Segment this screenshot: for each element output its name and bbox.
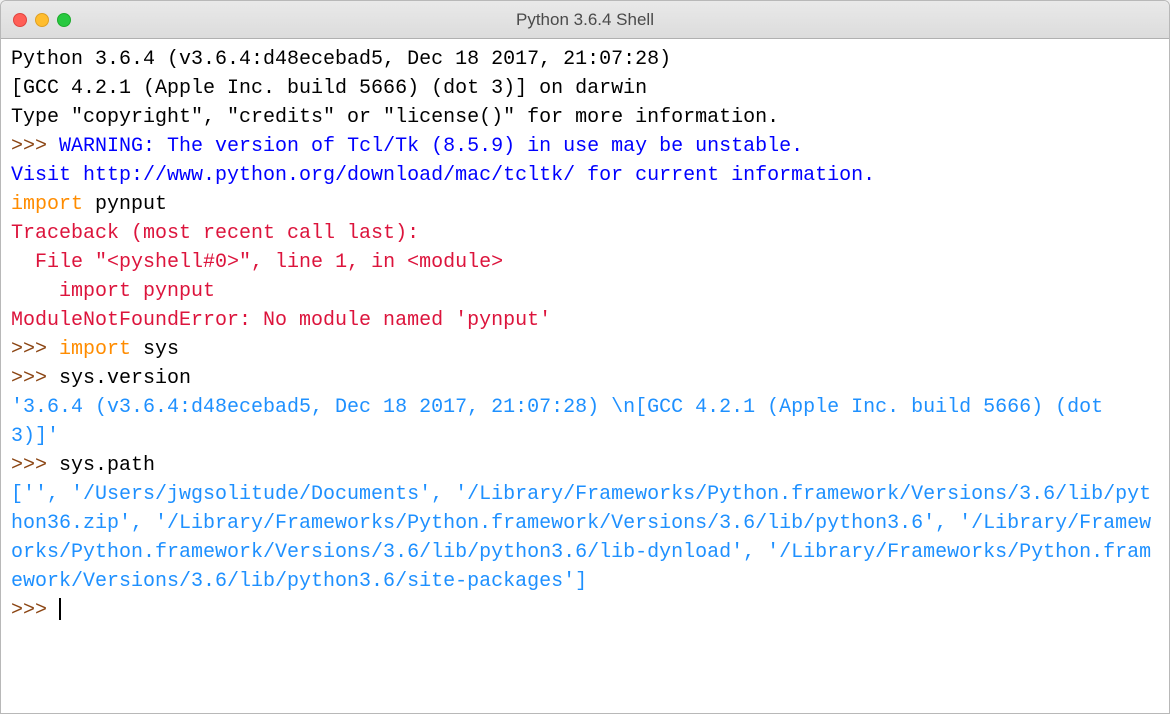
tcltk-warning: WARNING: The version of Tcl/Tk (8.5.9) i… <box>11 135 875 187</box>
output-sys-version: '3.6.4 (v3.6.4:d48ecebad5, Dec 18 2017, … <box>11 396 1115 448</box>
python-header-line1: Python 3.6.4 (v3.6.4:d48ecebad5, Dec 18 … <box>11 48 683 71</box>
traceback-error: Traceback (most recent call last): File … <box>11 222 551 332</box>
prompt: >>> <box>11 367 59 390</box>
prompt: >>> <box>11 338 59 361</box>
traffic-lights <box>1 13 71 27</box>
titlebar: Python 3.6.4 Shell <box>1 1 1169 39</box>
prompt: >>> <box>11 599 59 622</box>
shell-output-area[interactable]: Python 3.6.4 (v3.6.4:d48ecebad5, Dec 18 … <box>1 39 1169 713</box>
cmd-sys-path: sys.path <box>59 454 155 477</box>
minimize-icon[interactable] <box>35 13 49 27</box>
prompt: >>> <box>11 135 59 158</box>
cmd-sys-version: sys.version <box>59 367 191 390</box>
module-sys: sys <box>131 338 179 361</box>
output-sys-path: ['', '/Users/jwgsolitude/Documents', '/L… <box>11 483 1151 593</box>
python-header-line3: Type "copyright", "credits" or "license(… <box>11 106 779 129</box>
prompt: >>> <box>11 454 59 477</box>
maximize-icon[interactable] <box>57 13 71 27</box>
python-header-line2: [GCC 4.2.1 (Apple Inc. build 5666) (dot … <box>11 77 647 100</box>
text-cursor-icon <box>59 598 61 620</box>
close-icon[interactable] <box>13 13 27 27</box>
window-title: Python 3.6.4 Shell <box>1 10 1169 30</box>
idle-shell-window: Python 3.6.4 Shell Python 3.6.4 (v3.6.4:… <box>0 0 1170 714</box>
import-keyword: import <box>11 193 83 216</box>
import-keyword: import <box>59 338 131 361</box>
module-pynput: pynput <box>83 193 167 216</box>
